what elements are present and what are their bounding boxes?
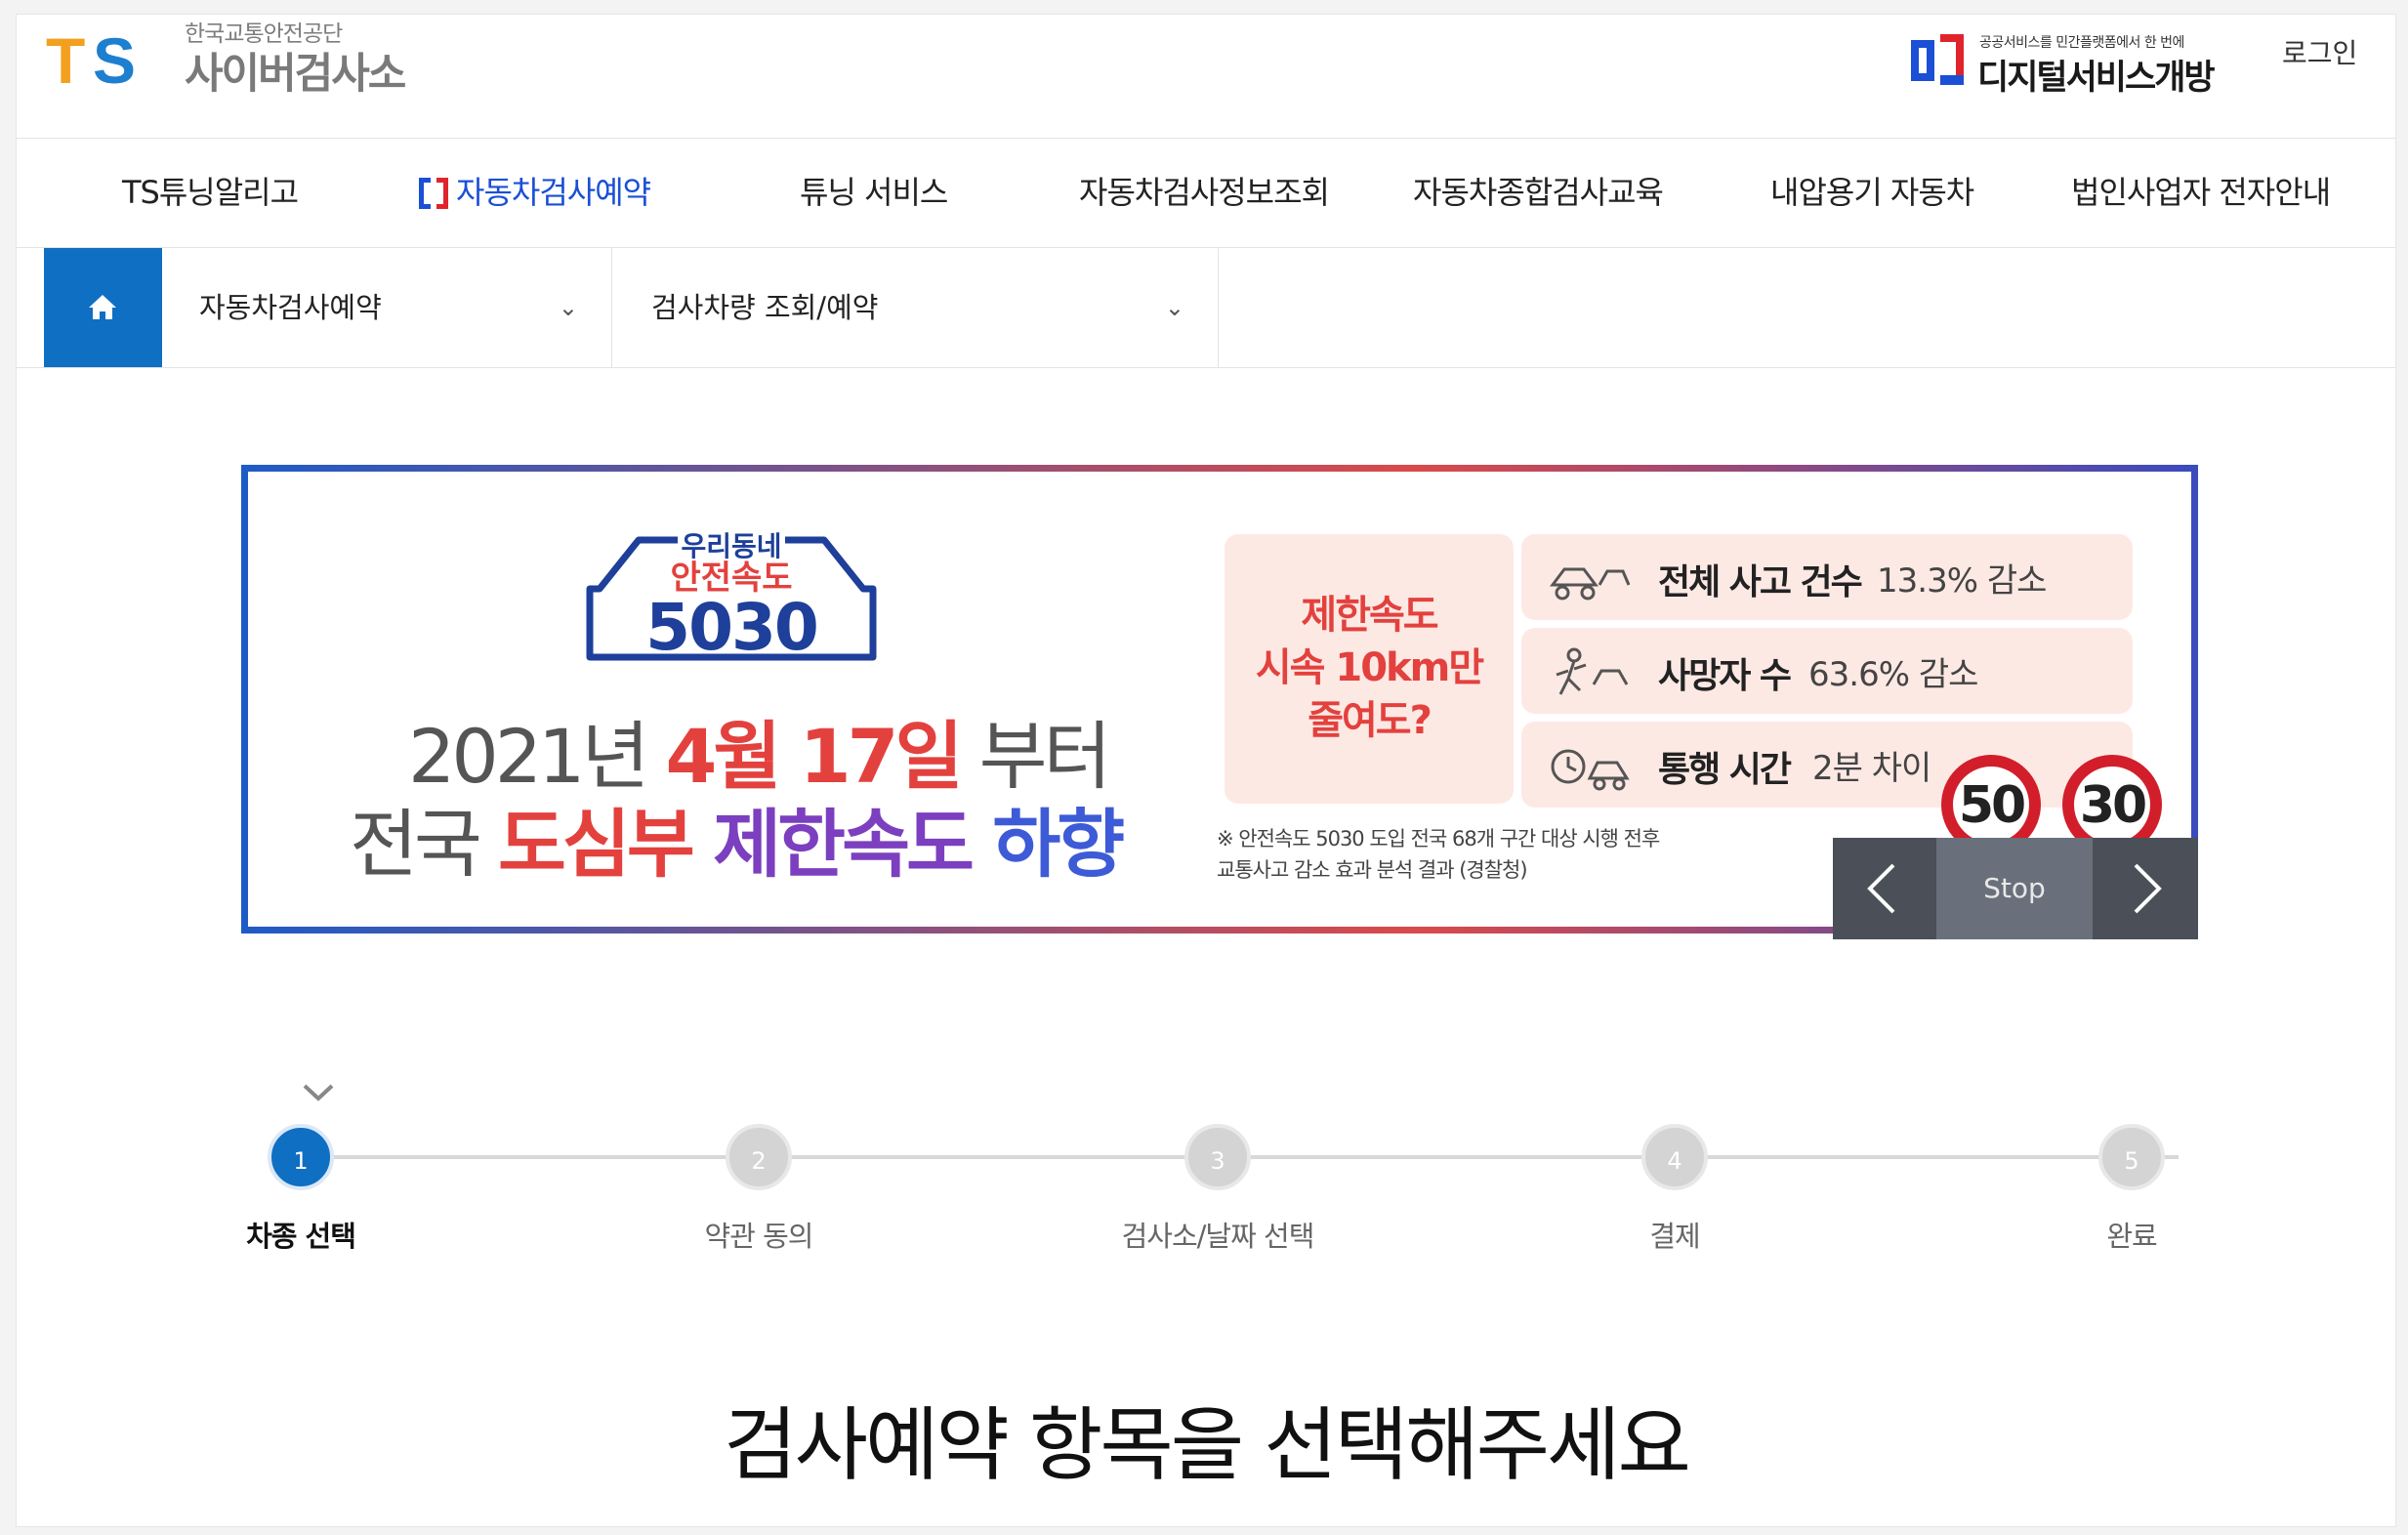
breadcrumb-select-level1[interactable]: 자동차검사예약 ⌄ (162, 248, 612, 367)
ds-name[interactable]: 디지털서비스개방 (1977, 50, 2216, 100)
stat-value: 2분 차이 (1812, 749, 1931, 788)
stat-label: 전체 사고 건수 (1658, 562, 1863, 602)
banner-logo-num: 5030 (645, 590, 817, 665)
footnote-line: ※ 안전속도 5030 도입 전국 68개 구간 대상 시행 전후 (1217, 827, 1660, 850)
step-3-indicator: 3 (1184, 1124, 1251, 1190)
page-frame: T S 한국교통안전공단 사이버검사소 공공서비스를 민간플랫폼에서 한 번에 … (16, 14, 2396, 1527)
ts-logo-icon[interactable]: T S (42, 22, 198, 101)
banner-emphasis: 하향 (970, 801, 1125, 888)
banner-headline-2: 전국 도심부 제한속도 하향 (350, 784, 1125, 892)
step-2-label: 약관 동의 (704, 1220, 814, 1253)
breadcrumb-select-level2[interactable]: 검사차량 조회/예약 ⌄ (612, 248, 1219, 367)
step-2-indicator: 2 (726, 1124, 792, 1190)
nav-item-label: 내압용기 자동차 (1770, 174, 1974, 211)
breadcrumb-label: 자동차검사예약 (199, 291, 382, 324)
banner-next-button[interactable] (2093, 838, 2198, 939)
bracket-icon (419, 178, 448, 211)
site-header: T S 한국교통안전공단 사이버검사소 공공서비스를 민간플랫폼에서 한 번에 … (17, 15, 2395, 139)
banner-prev-button[interactable] (1833, 838, 1936, 939)
banner-stat-accidents: 전체 사고 건수 13.3% 감소 (1521, 534, 2133, 620)
banner-stop-button[interactable]: Stop (1936, 838, 2093, 939)
banner-stat-travel-time: 통행 시간 2분 차이 (1521, 722, 2133, 808)
clock-car-icon (1551, 749, 1630, 791)
svg-text:T: T (46, 24, 85, 97)
page-title: 검사예약 항목을 선택해주세요 (724, 1399, 1691, 1492)
login-link[interactable]: 로그인 (2282, 32, 2357, 71)
nav-item-tuning-alert[interactable]: TS튜닝알리고 (122, 138, 299, 247)
step-1-label: 차종 선택 (246, 1220, 356, 1253)
step-5-indicator: 5 (2098, 1124, 2165, 1190)
car-crash-icon (1550, 567, 1631, 601)
chevron-right-icon (2134, 863, 2162, 914)
chevron-down-icon: ⌄ (558, 294, 578, 321)
step-1-indicator: 1 (268, 1124, 334, 1190)
nav-item-label: 튜닝 서비스 (800, 174, 948, 211)
banner-stat-fatalities: 사망자 수 63.6% 감소 (1521, 628, 2133, 714)
nav-item-inspection-reservation[interactable]: 자동차검사예약 (419, 138, 651, 247)
home-icon (89, 295, 116, 319)
stat-value: 63.6% 감소 (1808, 655, 1978, 694)
chevron-left-icon (1867, 863, 1895, 914)
digital-service-logo-icon[interactable] (1907, 30, 1968, 91)
nav-item-pressure-vessel[interactable]: 내압용기 자동차 (1770, 138, 1974, 247)
banner-emphasis: 제한속도 (690, 801, 975, 888)
safe-speed-5030-logo: 우리동네 안전속도 5030 (586, 530, 877, 665)
main-nav: TS튜닝알리고 자동차검사예약 튜닝 서비스 자동차검사정보조회 자동차종합검사… (17, 138, 2395, 248)
stat-value: 13.3% 감소 (1877, 561, 2047, 601)
nav-item-label: 자동차검사정보조회 (1079, 174, 1330, 211)
nav-item-label: 자동차검사예약 (456, 174, 651, 211)
banner-footnote: ※ 안전속도 5030 도입 전국 68개 구간 대상 시행 전후 교통사고 감… (1217, 823, 1660, 886)
banner-question-line: 제한속도 (1301, 593, 1438, 638)
banner-text: 전국 (350, 801, 498, 888)
banner-emphasis: 도심부 (498, 801, 695, 888)
nav-item-inspection-education[interactable]: 자동차종합검사교육 (1413, 138, 1664, 247)
stat-label: 사망자 수 (1658, 656, 1792, 696)
banner-question-line: 시속 10km만 (1255, 645, 1484, 690)
chevron-down-icon: ⌄ (1164, 294, 1184, 321)
nav-item-label: 자동차종합검사교육 (1413, 174, 1664, 211)
nav-item-tuning-service[interactable]: 튜닝 서비스 (800, 138, 948, 247)
site-name[interactable]: 사이버검사소 (185, 40, 406, 101)
step-4-label: 결제 (1649, 1220, 1700, 1253)
current-step-check-icon (303, 1084, 334, 1101)
breadcrumb-label: 검사차량 조회/예약 (651, 291, 879, 324)
step-5-label: 완료 (2106, 1220, 2157, 1253)
stat-label: 통행 시간 (1658, 750, 1792, 790)
footnote-line: 교통사고 감소 효과 분석 결과 (경찰청) (1217, 858, 1528, 882)
banner-question-line: 줄여도? (1308, 698, 1432, 743)
nav-item-corporate-notice[interactable]: 법인사업자 전자안내 (2071, 138, 2331, 247)
breadcrumb: 자동차검사예약 ⌄ 검사차량 조회/예약 ⌄ (17, 248, 2395, 368)
nav-item-label: TS튜닝알리고 (122, 174, 299, 211)
banner-question-box: 제한속도 시속 10km만 줄여도? (1225, 534, 1514, 804)
ds-tagline: 공공서비스를 민간플랫폼에서 한 번에 (1979, 35, 2184, 51)
nav-item-label: 법인사업자 전자안내 (2071, 174, 2331, 211)
nav-item-inspection-info[interactable]: 자동차검사정보조회 (1079, 138, 1330, 247)
step-4-indicator: 4 (1641, 1124, 1708, 1190)
svg-text:S: S (93, 24, 134, 97)
step-3-label: 검사소/날짜 선택 (1121, 1220, 1315, 1253)
pedestrian-car-icon (1556, 647, 1629, 695)
home-button[interactable] (44, 248, 162, 367)
